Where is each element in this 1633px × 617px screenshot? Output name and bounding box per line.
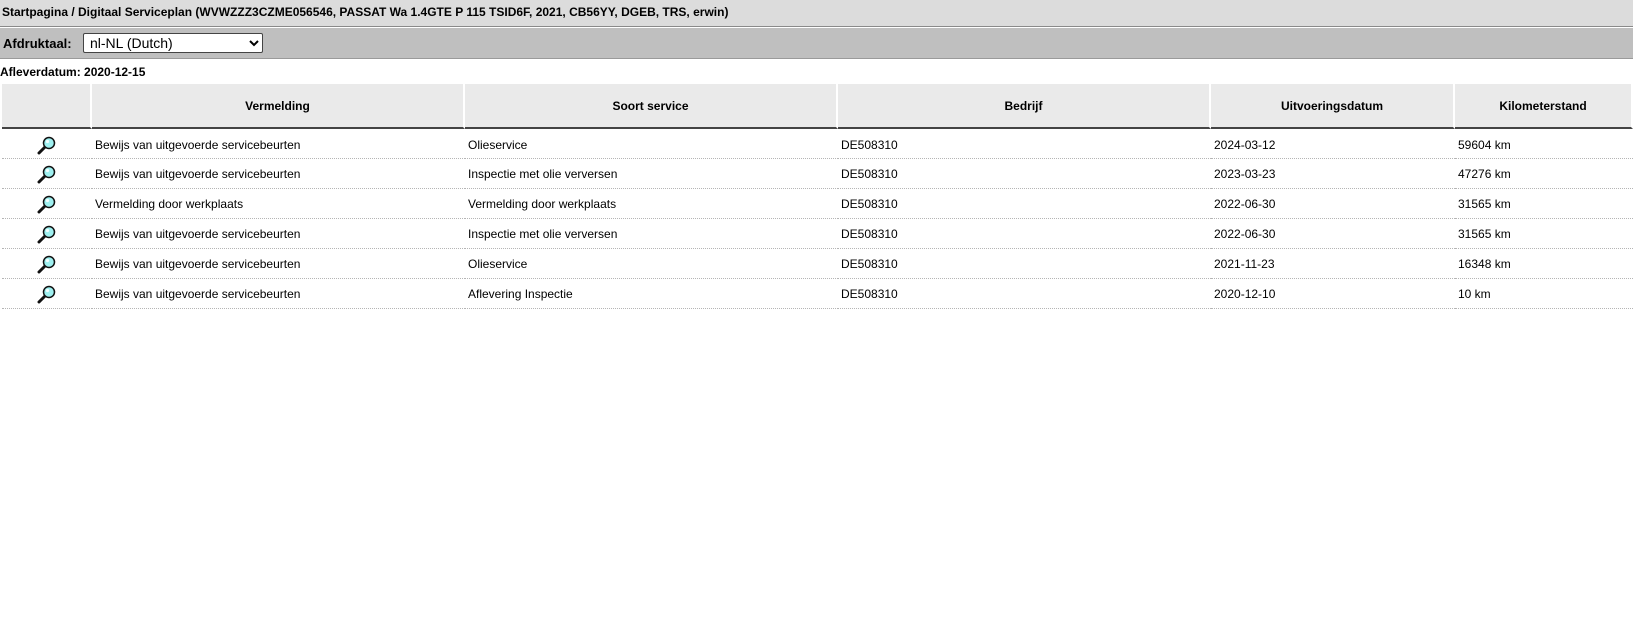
- column-header-vermelding: Vermelding: [92, 84, 465, 129]
- table-row: Bewijs van uitgevoerde servicebeurten Ins…: [2, 219, 1633, 249]
- cell-kilometerstand: 31565 km: [1455, 219, 1633, 249]
- cell-uitvoeringsdatum: 2022-06-30: [1211, 189, 1455, 219]
- table-row: Bewijs van uitgevoerde servicebeurten Oli…: [2, 249, 1633, 279]
- print-language-bar: Afdruktaal: nl-NL (Dutch): [0, 28, 1633, 59]
- row-action-cell: [2, 129, 92, 159]
- row-action-cell: [2, 159, 92, 189]
- service-history-table: Vermelding Soort service Bedrijf Uitvoer…: [2, 84, 1633, 309]
- print-language-select[interactable]: nl-NL (Dutch): [83, 33, 263, 53]
- cell-uitvoeringsdatum: 2023-03-23: [1211, 159, 1455, 189]
- cell-uitvoeringsdatum: 2020-12-10: [1211, 279, 1455, 309]
- table-row: Bewijs van uitgevoerde servicebeurten Afl…: [2, 279, 1633, 309]
- cell-kilometerstand: 16348 km: [1455, 249, 1633, 279]
- cell-soort-service: Olieservice: [465, 249, 838, 279]
- magnifier-icon[interactable]: [37, 225, 57, 243]
- magnifier-icon[interactable]: [37, 195, 57, 213]
- cell-kilometerstand: 59604 km: [1455, 129, 1633, 159]
- column-header-kilometerstand: Kilometerstand: [1455, 84, 1633, 129]
- magnifier-icon[interactable]: [37, 285, 57, 303]
- row-action-cell: [2, 249, 92, 279]
- cell-uitvoeringsdatum: 2022-06-30: [1211, 219, 1455, 249]
- cell-vermelding: Vermelding door werkplaats: [92, 189, 465, 219]
- breadcrumb-bar: Startpagina / Digitaal Serviceplan (WVWZ…: [0, 0, 1633, 27]
- row-action-cell: [2, 279, 92, 309]
- cell-bedrijf: DE508310: [838, 279, 1211, 309]
- column-header-icon: [2, 84, 92, 129]
- cell-kilometerstand: 10 km: [1455, 279, 1633, 309]
- cell-vermelding: Bewijs van uitgevoerde servicebeurten: [92, 279, 465, 309]
- column-header-bedrijf: Bedrijf: [838, 84, 1211, 129]
- cell-soort-service: Vermelding door werkplaats: [465, 189, 838, 219]
- cell-soort-service: Inspectie met olie verversen: [465, 159, 838, 189]
- cell-kilometerstand: 31565 km: [1455, 189, 1633, 219]
- column-header-soort-service: Soort service: [465, 84, 838, 129]
- cell-bedrijf: DE508310: [838, 189, 1211, 219]
- delivery-date: Afleverdatum: 2020-12-15: [0, 65, 146, 79]
- table-row: Bewijs van uitgevoerde servicebeurten Ins…: [2, 159, 1633, 189]
- column-header-uitvoeringsdatum: Uitvoeringsdatum: [1211, 84, 1455, 129]
- cell-soort-service: Olieservice: [465, 129, 838, 159]
- table-row: Bewijs van uitgevoerde servicebeurten Oli…: [2, 129, 1633, 159]
- page-title: Startpagina / Digitaal Serviceplan (WVWZ…: [2, 5, 729, 19]
- cell-bedrijf: DE508310: [838, 249, 1211, 279]
- cell-soort-service: Inspectie met olie verversen: [465, 219, 838, 249]
- row-action-cell: [2, 189, 92, 219]
- cell-uitvoeringsdatum: 2021-11-23: [1211, 249, 1455, 279]
- cell-vermelding: Bewijs van uitgevoerde servicebeurten: [92, 249, 465, 279]
- magnifier-icon[interactable]: [37, 136, 57, 154]
- print-language-label: Afdruktaal:: [3, 36, 72, 51]
- magnifier-icon[interactable]: [37, 255, 57, 273]
- cell-bedrijf: DE508310: [838, 219, 1211, 249]
- table-header-row: Vermelding Soort service Bedrijf Uitvoer…: [2, 84, 1633, 129]
- cell-kilometerstand: 47276 km: [1455, 159, 1633, 189]
- cell-bedrijf: DE508310: [838, 159, 1211, 189]
- cell-bedrijf: DE508310: [838, 129, 1211, 159]
- cell-vermelding: Bewijs van uitgevoerde servicebeurten: [92, 129, 465, 159]
- cell-vermelding: Bewijs van uitgevoerde servicebeurten: [92, 219, 465, 249]
- cell-uitvoeringsdatum: 2024-03-12: [1211, 129, 1455, 159]
- cell-vermelding: Bewijs van uitgevoerde servicebeurten: [92, 159, 465, 189]
- row-action-cell: [2, 219, 92, 249]
- cell-soort-service: Aflevering Inspectie: [465, 279, 838, 309]
- magnifier-icon[interactable]: [37, 165, 57, 183]
- table-row: Vermelding door werkplaats Vermelding doo…: [2, 189, 1633, 219]
